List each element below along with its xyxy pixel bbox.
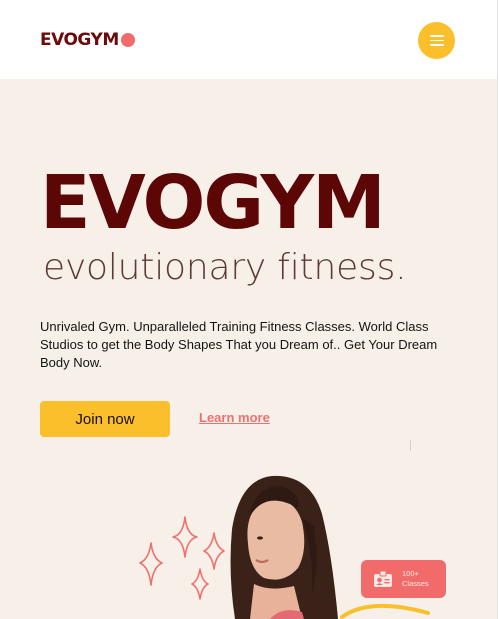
badge-label: Classes <box>402 579 429 588</box>
id-card-icon <box>374 570 392 587</box>
hero-model-image <box>230 475 338 619</box>
decorative-swoosh <box>340 603 430 619</box>
join-now-button[interactable]: Join now <box>40 401 170 437</box>
hero-subtitle: evolutionary fitness. <box>43 247 407 288</box>
menu-button[interactable] <box>418 22 455 59</box>
classes-badge: 100+ Classes <box>361 560 446 598</box>
logo-dot-icon <box>120 33 135 47</box>
site-header: EVOGYM <box>0 0 497 79</box>
hero-description: Unrivaled Gym. Unparalleled Training Fit… <box>40 319 438 370</box>
logo[interactable]: EVOGYM <box>40 30 135 50</box>
hamburger-menu-icon <box>429 35 444 37</box>
hero-section: EVOGYM evolutionary fitness. Unrivaled G… <box>0 79 497 619</box>
divider <box>410 440 411 451</box>
badge-count: 100+ <box>402 569 419 578</box>
logo-text: EVOGYM <box>40 30 119 50</box>
hero-title: EVOGYM <box>40 160 386 246</box>
learn-more-link[interactable]: Learn more <box>199 410 270 425</box>
